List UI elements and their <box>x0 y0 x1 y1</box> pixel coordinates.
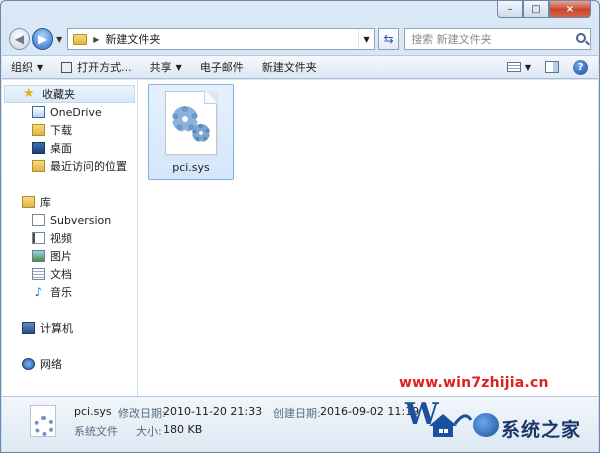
sidebar-item-documents[interactable]: 文档 <box>2 265 137 283</box>
command-bar: 组织 ▼ 打开方式... 共享 ▼ 电子邮件 新建文件夹 ▼ ? <box>2 55 598 79</box>
sidebar-item-downloads[interactable]: 下载 <box>2 121 137 139</box>
site-logo-icon <box>473 413 499 437</box>
new-folder-button[interactable]: 新建文件夹 <box>253 56 326 78</box>
win7-logo: W <box>404 397 473 437</box>
search-icon[interactable] <box>576 33 587 43</box>
watermark-url: www.win7zhijia.cn <box>399 375 549 391</box>
help-icon[interactable]: ? <box>573 59 588 75</box>
detail-file-type: 系统文件 <box>74 425 118 438</box>
computer-group: 计算机 <box>2 319 137 337</box>
chevron-down-icon: ▼ <box>37 62 44 72</box>
open-with-label: 打开方式... <box>77 61 132 74</box>
maximize-button[interactable]: □ <box>523 1 549 18</box>
sidebar-item-label: 图片 <box>50 250 72 263</box>
organize-label: 组织 <box>11 61 33 74</box>
libraries-group: 库 Subversion 视频 图片 文档 ♪ 音乐 <box>2 193 137 301</box>
sidebar-item-music[interactable]: ♪ 音乐 <box>2 283 137 301</box>
sidebar-item-libraries[interactable]: 库 <box>2 193 137 211</box>
network-group: 网络 <box>2 355 137 373</box>
sidebar-item-label: 桌面 <box>50 142 72 155</box>
sidebar-item-computer[interactable]: 计算机 <box>2 319 137 337</box>
sidebar-item-label: 下载 <box>50 124 72 137</box>
sidebar-item-label: 收藏夹 <box>42 88 75 101</box>
sidebar-item-pictures[interactable]: 图片 <box>2 247 137 265</box>
view-options-icon[interactable] <box>506 62 521 72</box>
refresh-button[interactable]: ⇆ <box>378 28 400 50</box>
email-button[interactable]: 电子邮件 <box>191 56 253 78</box>
sidebar-item-label: Subversion <box>50 213 112 227</box>
recent-pages-dropdown[interactable]: ▼ <box>56 35 62 44</box>
detail-created-label: 创建日期: <box>273 407 321 420</box>
detail-modified-value: 2010-11-20 21:33 <box>163 405 263 418</box>
file-list: pci.sys <box>138 80 598 396</box>
system-file-gear-icon <box>30 405 56 437</box>
chevron-down-icon: ▼ <box>175 62 182 72</box>
sidebar-item-label: 计算机 <box>40 322 73 335</box>
star-icon: ★ <box>23 86 35 101</box>
sidebar-item-onedrive[interactable]: OneDrive <box>2 103 137 121</box>
sidebar-item-label: 网络 <box>40 358 62 371</box>
sidebar-item-subversion[interactable]: Subversion <box>2 211 137 229</box>
sidebar-item-network[interactable]: 网络 <box>2 355 137 373</box>
detail-file-name: pci.sys <box>74 405 112 418</box>
sidebar-item-label: 音乐 <box>50 286 72 299</box>
detail-modified-label: 修改日期: <box>118 407 166 420</box>
file-name: pci.sys <box>172 161 210 174</box>
search-box[interactable]: 搜索 新建文件夹 <box>404 28 592 50</box>
organize-menu-button[interactable]: 组织 ▼ <box>2 56 52 78</box>
sidebar-item-label: 库 <box>40 196 51 209</box>
email-label: 电子邮件 <box>199 61 244 74</box>
preview-pane-icon[interactable] <box>545 61 559 73</box>
sidebar-item-label: 视频 <box>50 232 72 245</box>
address-row: ◀ ▶ ▼ ▶ 新建文件夹 ▼ ⇆ 搜索 新建文件夹 <box>9 27 592 51</box>
libraries-icon <box>22 196 35 208</box>
view-options-chevron-icon[interactable]: ▼ <box>525 63 531 72</box>
favorites-group: ★ 收藏夹 OneDrive 下载 桌面 最近访问的位置 <box>2 85 137 175</box>
recent-places-icon <box>32 160 45 172</box>
network-icon <box>22 358 35 370</box>
breadcrumb-separator-icon[interactable]: ▶ <box>93 35 99 44</box>
desktop-icon <box>32 142 45 154</box>
new-folder-label: 新建文件夹 <box>261 61 317 74</box>
computer-icon <box>22 322 35 334</box>
forward-button[interactable]: ▶ <box>32 28 54 50</box>
share-menu-button[interactable]: 共享 ▼ <box>141 56 191 78</box>
detail-size-label: 大小: <box>136 425 162 438</box>
music-icon: ♪ <box>34 285 43 299</box>
caption-buttons: – □ × <box>497 1 591 18</box>
onedrive-icon <box>32 106 45 118</box>
sidebar-item-desktop[interactable]: 桌面 <box>2 139 137 157</box>
downloads-icon <box>32 124 45 136</box>
subversion-icon <box>32 214 45 226</box>
main-area: ★ 收藏夹 OneDrive 下载 桌面 最近访问的位置 库 Subversio… <box>2 80 598 396</box>
pictures-icon <box>32 250 45 262</box>
sidebar-item-videos[interactable]: 视频 <box>2 229 137 247</box>
documents-icon <box>32 268 45 280</box>
address-history-dropdown[interactable]: ▼ <box>358 29 374 49</box>
toolbar-right: ▼ ? <box>506 59 598 75</box>
system-file-gear-icon <box>165 91 217 155</box>
sidebar-item-recent-places[interactable]: 最近访问的位置 <box>2 157 137 175</box>
address-bar[interactable]: ▶ 新建文件夹 ▼ <box>67 28 376 50</box>
sidebar-item-label: 最近访问的位置 <box>50 160 127 173</box>
sidebar-item-label: 文档 <box>50 268 72 281</box>
minimize-button[interactable]: – <box>497 1 523 18</box>
navigation-pane: ★ 收藏夹 OneDrive 下载 桌面 最近访问的位置 库 Subversio… <box>2 80 138 396</box>
detail-size-value: 180 KB <box>163 423 203 436</box>
close-button[interactable]: × <box>549 1 591 18</box>
breadcrumb-current[interactable]: 新建文件夹 <box>105 31 160 47</box>
folder-icon <box>73 33 88 45</box>
share-label: 共享 <box>149 61 172 74</box>
videos-icon <box>32 232 45 244</box>
sidebar-item-favorites[interactable]: ★ 收藏夹 <box>4 85 135 103</box>
gear-icon <box>192 124 210 142</box>
back-button[interactable]: ◀ <box>9 28 31 50</box>
watermark-site-name: 系统之家 <box>501 419 582 441</box>
explorer-window: – □ × ◀ ▶ ▼ ▶ 新建文件夹 ▼ ⇆ 搜索 新建文件夹 组织 ▼ 打开… <box>0 0 600 453</box>
sidebar-item-label: OneDrive <box>50 105 102 119</box>
open-with-button[interactable]: 打开方式... <box>52 56 141 78</box>
open-with-icon <box>61 61 73 73</box>
file-item[interactable]: pci.sys <box>148 84 234 180</box>
search-input[interactable]: 搜索 新建文件夹 <box>405 31 492 47</box>
